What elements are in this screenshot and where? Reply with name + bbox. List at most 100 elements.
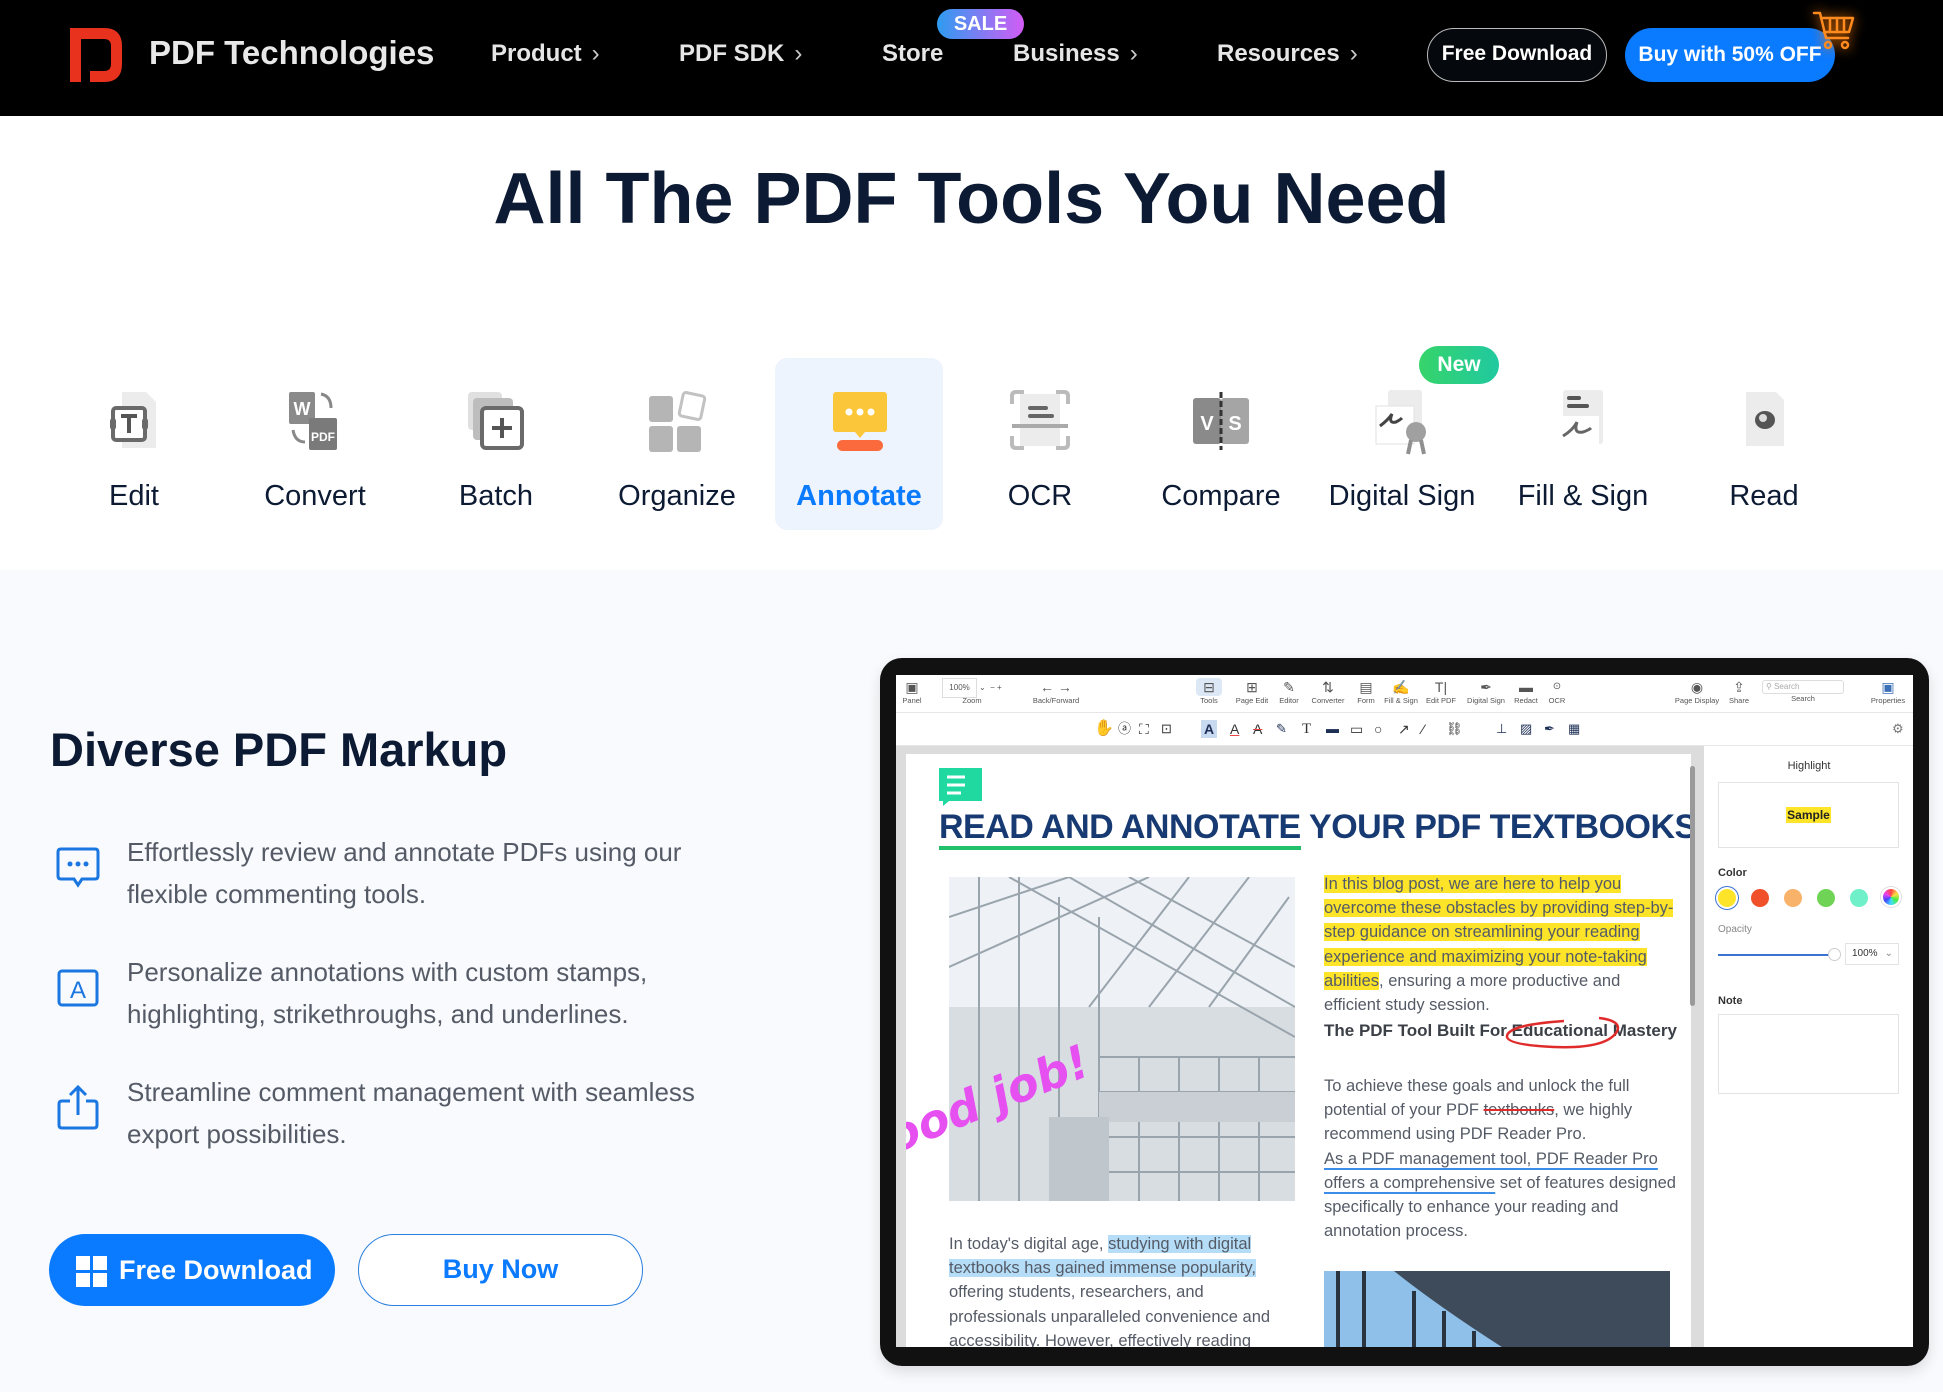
buy-now-button[interactable]: Buy Now <box>358 1234 643 1306</box>
svg-text:V: V <box>1200 413 1214 435</box>
nav-store[interactable]: Store <box>882 40 943 68</box>
toolbar-digital-sign[interactable]: ✒ Digital Sign <box>1464 678 1508 705</box>
feature-text: Effortlessly review and annotate PDFs us… <box>127 837 682 909</box>
form-icon: ▤ <box>1359 679 1373 695</box>
color-swatch[interactable] <box>1751 889 1769 907</box>
toolbar-editor[interactable]: ✎ Editor <box>1276 678 1302 705</box>
tool-tab-convert[interactable]: W PDF Convert <box>231 358 399 530</box>
link-tool-icon[interactable]: ⛓ <box>1446 720 1463 738</box>
tool-tab-fill-sign[interactable]: Fill & Sign <box>1499 358 1667 530</box>
toolbar-edit-pdf[interactable]: T| Edit PDF <box>1424 678 1458 705</box>
toolbar-converter[interactable]: ⇅ Converter <box>1308 678 1348 705</box>
nav-resources[interactable]: Resources › <box>1217 40 1358 68</box>
opacity-slider-handle[interactable] <box>1828 948 1841 961</box>
windows-icon <box>76 1256 107 1287</box>
opacity-select[interactable]: 100% ⌄ <box>1845 943 1899 965</box>
header-buy-offer-button[interactable]: Buy with 50% OFF <box>1625 28 1835 82</box>
tool-tab-organize[interactable]: Organize <box>593 358 761 530</box>
annotate-comment-icon <box>833 392 887 451</box>
properties-panel-icon: ▣ <box>1881 679 1895 695</box>
color-swatch[interactable] <box>1817 889 1835 907</box>
convert-icon: ⇅ <box>1322 679 1334 695</box>
opacity-slider-track[interactable] <box>1718 954 1834 956</box>
chevron-right-icon: › <box>1349 40 1358 67</box>
app-screenshot: ▣ Panel 100% ⌄ − + Zoom ← → Back/Forward ⊟… <box>896 675 1913 1347</box>
zoom-control[interactable]: 100% ⌄ − + Zoom <box>936 678 1008 705</box>
line-tool-icon[interactable]: ⁄ <box>1422 720 1424 738</box>
document-heading: The PDF Tool Built For Educational Maste… <box>1324 1016 1679 1049</box>
tool-tab-batch[interactable]: Batch <box>412 358 580 530</box>
app-main-toolbar: ▣ Panel 100% ⌄ − + Zoom ← → Back/Forward ⊟… <box>896 675 1913 713</box>
document-scrollbar[interactable] <box>1690 766 1695 1006</box>
header-free-download-button[interactable]: Free Download <box>1427 28 1607 82</box>
note-tool-icon[interactable]: ▬ <box>1326 720 1339 738</box>
nav-product[interactable]: Product › <box>491 40 600 68</box>
tool-tab-compare[interactable]: V S Compare <box>1137 358 1305 530</box>
tool-tab-read[interactable]: Read <box>1680 358 1848 530</box>
toolbar-ocr[interactable]: ⊙ OCR <box>1546 678 1568 705</box>
zoom-select[interactable]: 100% <box>942 678 977 698</box>
stamp-tool-icon[interactable]: ⊥ <box>1496 720 1507 738</box>
hand-tool-icon[interactable]: ✋ <box>1094 720 1114 738</box>
table-tool-icon[interactable]: ▦ <box>1568 720 1580 738</box>
zoom-select-icon[interactable]: ⊡ <box>1161 720 1172 738</box>
pdf-page: READ AND ANNOTATE YOUR PDF TEXTBOOKS Goo… <box>906 754 1691 1347</box>
chevron-right-icon: › <box>1129 40 1138 67</box>
note-annotation-icon[interactable] <box>939 768 983 806</box>
tool-tab-digital-sign[interactable]: Digital Sign <box>1318 358 1486 530</box>
highlight-tool-icon[interactable]: A <box>1201 720 1218 738</box>
underline-tool-icon[interactable]: A <box>1230 720 1239 738</box>
back-forward-buttons[interactable]: ← → Back/Forward <box>1026 678 1086 705</box>
arrow-tool-icon[interactable]: ↗ <box>1398 720 1410 738</box>
strikethrough-tool-icon[interactable]: A <box>1253 720 1262 738</box>
toolbar-tools[interactable]: ⊟ Tools <box>1196 678 1222 705</box>
feature-text: Personalize annotations with custom stam… <box>127 957 648 1029</box>
share-button[interactable]: ⇪ Share <box>1726 678 1752 705</box>
shopping-cart-icon[interactable] <box>1812 10 1856 52</box>
tool-label: Annotate <box>796 480 922 512</box>
note-textarea[interactable] <box>1718 1014 1899 1094</box>
brand-name[interactable]: PDF Technologies <box>149 34 434 72</box>
left-paragraph: In today's digital age, studying with di… <box>949 1235 1271 1347</box>
comment-dots-icon <box>56 847 100 888</box>
toolbar-redact[interactable]: ▬ Redact <box>1512 678 1540 705</box>
freehand-pen-icon[interactable]: ✎ <box>1276 720 1287 738</box>
tool-tab-ocr[interactable]: OCR <box>956 358 1124 530</box>
read-eye-icon <box>1746 392 1784 446</box>
panel-button[interactable]: ▣ Panel <box>902 678 922 705</box>
toolbar-form[interactable]: ▤ Form <box>1354 678 1378 705</box>
underlined-title-part: READ AND ANNOTATE <box>939 808 1301 850</box>
settings-gear-icon[interactable]: ⚙ <box>1892 720 1904 738</box>
image-tool-icon[interactable]: ▨ <box>1520 720 1532 738</box>
color-swatch[interactable] <box>1784 889 1802 907</box>
search-box[interactable]: ⚲ Search Search <box>1762 678 1844 703</box>
text-select-icon[interactable]: ⓐ <box>1118 720 1131 738</box>
tool-label: Read <box>1729 480 1799 512</box>
free-download-button[interactable]: Free Download <box>49 1234 335 1306</box>
document-viewport[interactable]: READ AND ANNOTATE YOUR PDF TEXTBOOKS Goo… <box>896 746 1703 1347</box>
area-select-icon[interactable]: ⛶ <box>1139 720 1149 738</box>
edit-icon: ✎ <box>1283 679 1295 695</box>
sample-text: Sample <box>1786 807 1831 823</box>
rectangle-tool-icon[interactable]: ▭ <box>1350 720 1363 738</box>
tool-tab-edit[interactable]: Edit <box>50 358 218 530</box>
properties-button[interactable]: ▣ Properties <box>1868 678 1908 705</box>
svg-text:A: A <box>70 977 86 1004</box>
text-tool-icon[interactable]: T <box>1302 720 1311 738</box>
color-swatch[interactable] <box>1850 889 1868 907</box>
signature-tool-icon[interactable]: ✒ <box>1544 720 1555 738</box>
page-display-button[interactable]: ◉ Page Display <box>1672 678 1722 705</box>
custom-color-picker[interactable] <box>1881 887 1901 907</box>
nav-business[interactable]: Business › <box>1013 40 1138 68</box>
circle-tool-icon[interactable]: ○ <box>1374 720 1382 738</box>
share-export-icon <box>57 1084 99 1130</box>
color-swatch[interactable] <box>1718 889 1736 907</box>
office-windows-image <box>1324 1271 1670 1347</box>
toolbar-fill-sign[interactable]: ✍ Fill & Sign <box>1382 678 1420 705</box>
brand-logo-icon[interactable] <box>64 24 126 86</box>
strikethrough-word: textbouks <box>1483 1101 1555 1120</box>
nav-pdf-sdk[interactable]: PDF SDK › <box>679 40 802 68</box>
edit-text-icon <box>110 392 156 448</box>
tool-tab-annotate[interactable]: Annotate <box>775 358 943 530</box>
toolbar-page-edit[interactable]: ⊞ Page Edit <box>1234 678 1270 705</box>
